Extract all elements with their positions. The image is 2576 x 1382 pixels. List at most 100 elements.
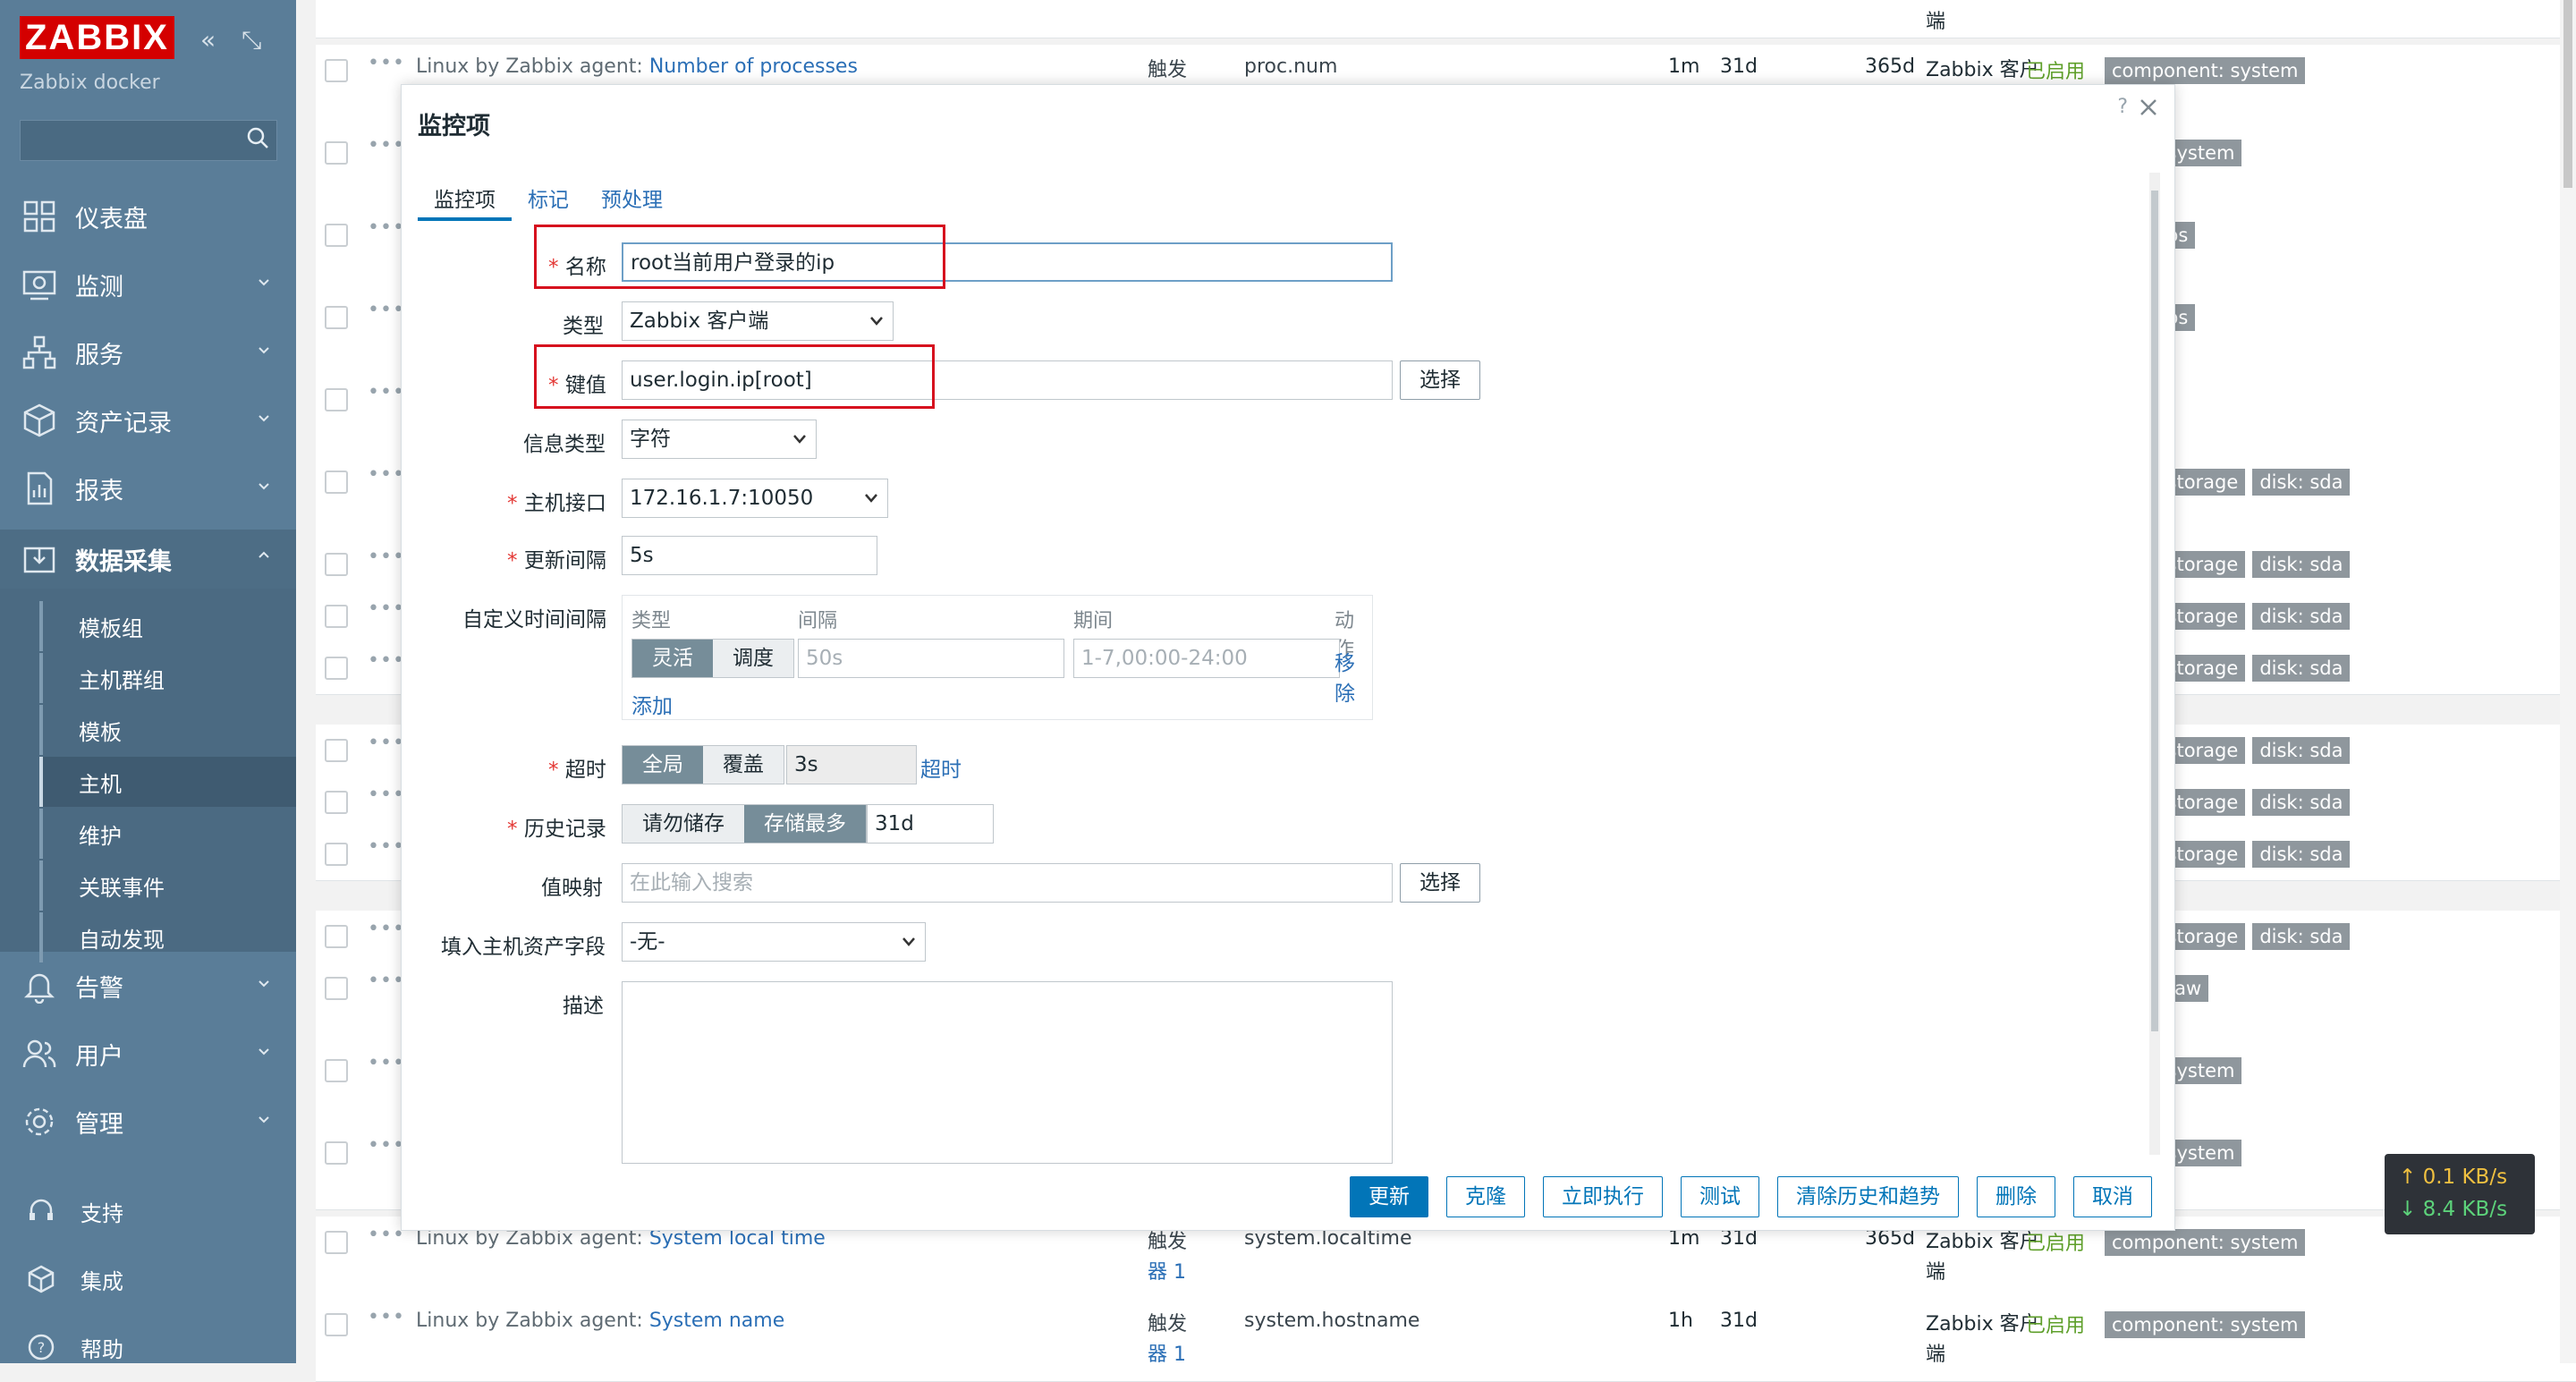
row-actions-icon[interactable]: ••• (368, 134, 405, 157)
description-textarea[interactable] (622, 981, 1393, 1164)
row-checkbox[interactable] (325, 141, 348, 165)
nav-monitoring[interactable]: 监测 (0, 258, 296, 311)
row-checkbox[interactable] (325, 59, 348, 82)
value-mapping-input[interactable]: 在此输入搜索 (622, 863, 1393, 903)
item-name-link[interactable]: Number of processes (649, 55, 858, 78)
close-icon[interactable] (2135, 94, 2162, 121)
item-triggers[interactable]: 触发器 1 (1148, 1310, 1187, 1370)
sidebar-search-input[interactable] (20, 120, 277, 161)
custom-interval-input[interactable]: 50s (798, 639, 1064, 678)
history-mode-toggle[interactable]: 请勿储存 存储最多 (622, 804, 867, 844)
row-checkbox[interactable] (325, 605, 348, 628)
row-checkbox[interactable] (325, 1059, 348, 1082)
item-triggers[interactable]: 触发器 1 (1148, 1227, 1187, 1288)
execute-now-button[interactable]: 立即执行 (1543, 1176, 1663, 1217)
help-icon[interactable]: ? (2117, 96, 2128, 118)
timeout-link[interactable]: 超时 (920, 752, 962, 783)
row-actions-icon[interactable]: ••• (368, 598, 405, 620)
history-store-up-to-option[interactable]: 存储最多 (744, 805, 866, 843)
timeout-mode-toggle[interactable]: 全局 覆盖 (622, 745, 784, 784)
row-checkbox[interactable] (325, 224, 348, 247)
nav-help[interactable]: ? 帮助 (0, 1322, 296, 1372)
submenu-maintenance[interactable]: 维护 (0, 809, 257, 859)
host-interface-select[interactable]: 172.16.1.7:10050 (622, 479, 888, 518)
item-name-link[interactable]: System name (649, 1310, 784, 1332)
key-select-button[interactable]: 选择 (1400, 360, 1480, 400)
type-select[interactable]: Zabbix 客户端 (622, 301, 894, 341)
scheduling-option[interactable]: 调度 (713, 640, 793, 677)
add-interval-link[interactable]: 添加 (631, 689, 673, 719)
collapse-sidebar-icon[interactable]: « (200, 25, 216, 55)
status-link[interactable]: 已启用 (2026, 1310, 2085, 1338)
update-interval-input[interactable]: 5s (622, 536, 877, 575)
row-checkbox[interactable] (325, 388, 348, 411)
page-scrollbar[interactable] (2560, 0, 2576, 1363)
row-actions-icon[interactable]: ••• (368, 784, 405, 806)
row-actions-icon[interactable]: ••• (368, 835, 405, 858)
delete-button[interactable]: 删除 (1977, 1176, 2055, 1217)
row-checkbox[interactable] (325, 843, 348, 866)
row-checkbox[interactable] (325, 925, 348, 948)
nav-users[interactable]: 用户 (0, 1027, 296, 1081)
clone-button[interactable]: 克隆 (1446, 1176, 1525, 1217)
tab-item[interactable]: 监控项 (418, 180, 512, 221)
update-button[interactable]: 更新 (1350, 1176, 1428, 1217)
row-actions-icon[interactable]: ••• (368, 299, 405, 321)
tab-preprocessing[interactable]: 预处理 (585, 180, 679, 221)
row-actions-icon[interactable]: ••• (368, 1224, 405, 1246)
row-checkbox[interactable] (325, 471, 348, 494)
row-actions-icon[interactable]: ••• (368, 1052, 405, 1074)
table-row[interactable]: ••• Linux by Zabbix agent: System name 触… (316, 1299, 2576, 1382)
table-row[interactable]: 端 (316, 0, 2576, 38)
submenu-event-correlation[interactable]: 关联事件 (0, 861, 257, 911)
clear-history-button[interactable]: 清除历史和趋势 (1777, 1176, 1959, 1217)
search-icon[interactable] (246, 126, 269, 149)
row-actions-icon[interactable]: ••• (368, 216, 405, 239)
status-link[interactable]: 已启用 (2026, 55, 2085, 84)
row-checkbox[interactable] (325, 791, 348, 814)
nav-administration[interactable]: 管理 (0, 1095, 296, 1149)
submenu-discovery[interactable]: 自动发现 (0, 912, 257, 962)
row-actions-icon[interactable]: ••• (368, 970, 405, 992)
row-checkbox[interactable] (325, 1313, 348, 1336)
status-link[interactable]: 已启用 (2026, 1227, 2085, 1256)
custom-period-input[interactable]: 1-7,00:00-24:00 (1073, 639, 1340, 678)
history-do-not-store-option[interactable]: 请勿储存 (623, 805, 744, 843)
value-mapping-select-button[interactable]: 选择 (1400, 863, 1480, 903)
submenu-template-groups[interactable]: 模板组 (0, 601, 257, 651)
submenu-templates[interactable]: 模板 (0, 705, 257, 755)
remove-interval-link[interactable]: 移除 (1335, 646, 1372, 707)
flexible-option[interactable]: 灵活 (632, 640, 713, 677)
timeout-override-option[interactable]: 覆盖 (703, 746, 784, 784)
info-type-select[interactable]: 字符 (622, 420, 817, 459)
submenu-hosts[interactable]: 主机 (39, 757, 296, 807)
row-actions-icon[interactable]: ••• (368, 649, 405, 672)
row-actions-icon[interactable]: ••• (368, 546, 405, 568)
nav-reports[interactable]: 报表 (0, 462, 296, 515)
row-checkbox[interactable] (325, 306, 348, 329)
nav-data-collection[interactable]: 数据采集 (0, 530, 296, 589)
nav-integrations[interactable]: 集成 (0, 1254, 296, 1304)
row-checkbox[interactable] (325, 1141, 348, 1165)
dialog-scrollbar[interactable] (2149, 173, 2160, 1155)
nav-support[interactable]: 支持 (0, 1186, 296, 1236)
row-checkbox[interactable] (325, 1231, 348, 1254)
row-actions-icon[interactable]: ••• (368, 52, 405, 74)
history-input[interactable]: 31d (867, 804, 994, 844)
row-actions-icon[interactable]: ••• (368, 1306, 405, 1328)
interval-type-toggle[interactable]: 灵活 调度 (631, 639, 794, 678)
nav-inventory[interactable]: 资产记录 (0, 394, 296, 447)
nav-dashboard[interactable]: 仪表盘 (0, 190, 296, 243)
row-checkbox[interactable] (325, 977, 348, 1000)
tab-tags[interactable]: 标记 (512, 180, 585, 221)
row-checkbox[interactable] (325, 657, 348, 680)
item-triggers[interactable]: 触发 (1148, 55, 1187, 86)
row-actions-icon[interactable]: ••• (368, 381, 405, 403)
row-actions-icon[interactable]: ••• (368, 732, 405, 754)
row-actions-icon[interactable]: ••• (368, 463, 405, 486)
nav-alerts[interactable]: 告警 (0, 959, 296, 1013)
kiosk-mode-icon[interactable]: ⤡ (242, 25, 261, 55)
row-checkbox[interactable] (325, 739, 348, 762)
submenu-host-groups[interactable]: 主机群组 (0, 653, 257, 703)
test-button[interactable]: 测试 (1681, 1176, 1759, 1217)
